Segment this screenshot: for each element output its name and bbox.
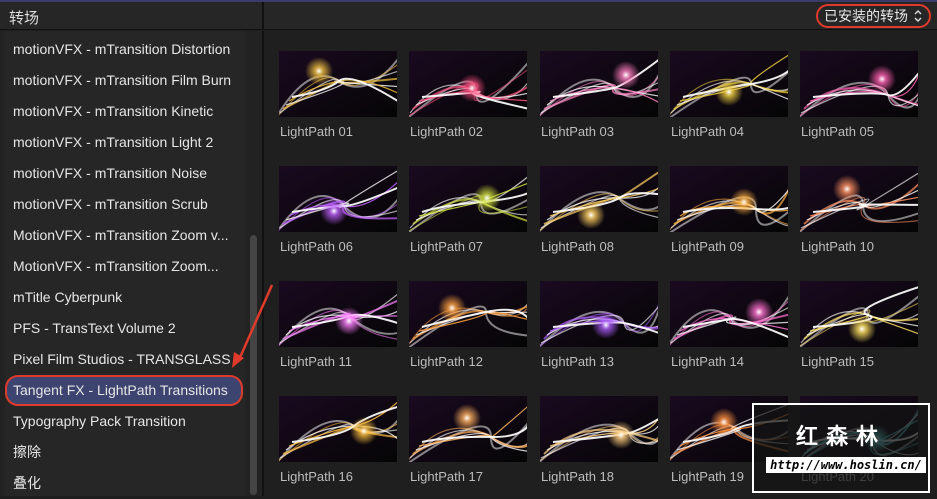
sidebar-item[interactable]: 擦除	[5, 437, 243, 468]
lightpath-thumbnail	[279, 51, 397, 117]
lightpath-thumbnail	[670, 166, 788, 232]
transition-thumbnail-cell[interactable]: LightPath 14	[670, 281, 788, 369]
transition-label: LightPath 08	[541, 239, 615, 254]
transition-thumbnail-cell[interactable]: LightPath 12	[409, 281, 527, 369]
lightpath-thumbnail	[670, 51, 788, 117]
lightpath-thumbnail	[540, 281, 658, 347]
sidebar-item[interactable]: Pixel Film Studios - TRANSGLASS	[5, 344, 243, 375]
sidebar-item[interactable]: motionVFX - mTransition Noise	[5, 158, 243, 189]
lightpath-thumbnail	[409, 396, 527, 462]
transition-label: LightPath 18	[541, 469, 615, 484]
lightpath-thumbnail	[800, 281, 918, 347]
watermark-logo: 红森林	[795, 424, 886, 449]
sidebar-item[interactable]: MotionVFX - mTransition Zoom v...	[5, 220, 243, 251]
transition-label: LightPath 05	[801, 124, 875, 139]
chevron-updown-icon	[914, 10, 922, 22]
transition-thumbnail-cell[interactable]: LightPath 17	[409, 396, 527, 484]
lightpath-thumbnail	[409, 166, 527, 232]
sidebar-item[interactable]: MotionVFX - mTransition Zoom...	[5, 251, 243, 282]
transition-label: LightPath 03	[541, 124, 615, 139]
lightpath-thumbnail	[670, 281, 788, 347]
sidebar-scrollbar[interactable]	[250, 235, 257, 495]
dropdown-label: 已安装的转场	[824, 8, 908, 24]
transition-thumbnail-cell[interactable]: LightPath 18	[540, 396, 658, 484]
transition-label: LightPath 14	[671, 354, 745, 369]
lightpath-thumbnail	[540, 51, 658, 117]
lightpath-thumbnail	[540, 396, 658, 462]
transition-thumbnail-cell[interactable]: LightPath 16	[279, 396, 397, 484]
transition-thumbnail-cell[interactable]: LightPath 08	[540, 166, 658, 254]
sidebar-item[interactable]: motionVFX - mTransition Scrub	[5, 189, 243, 220]
transition-label: LightPath 01	[280, 124, 354, 139]
watermark: 红森林 http://www.hoslin.cn/	[752, 403, 930, 493]
sidebar-item-selected[interactable]: Tangent FX - LightPath Transitions	[5, 375, 243, 406]
transition-thumbnail-cell[interactable]: LightPath 01	[279, 51, 397, 139]
transition-label: LightPath 09	[671, 239, 745, 254]
transition-thumbnail-cell[interactable]: LightPath 07	[409, 166, 527, 254]
transition-label: LightPath 06	[280, 239, 354, 254]
sidebar-item[interactable]: motionVFX - mTransition Film Burn	[5, 65, 243, 96]
category-sidebar: motionVFX - mTransition Distortion motion…	[0, 31, 262, 496]
transition-label: LightPath 13	[541, 354, 615, 369]
transition-thumbnail-cell[interactable]: LightPath 02	[409, 51, 527, 139]
transition-label: LightPath 16	[280, 469, 354, 484]
transition-label: LightPath 12	[410, 354, 484, 369]
lightpath-thumbnail	[409, 51, 527, 117]
sidebar-item[interactable]: Typography Pack Transition	[5, 406, 243, 437]
transition-label: LightPath 04	[671, 124, 745, 139]
transition-label: LightPath 10	[801, 239, 875, 254]
lightpath-thumbnail	[540, 166, 658, 232]
transition-thumbnail-cell[interactable]: LightPath 13	[540, 281, 658, 369]
browser-header: 转场 已安装的转场	[0, 2, 937, 30]
lightpath-thumbnail	[279, 281, 397, 347]
sidebar-item[interactable]: 叠化	[5, 468, 243, 499]
transition-thumbnail-cell[interactable]: LightPath 11	[279, 281, 397, 369]
transition-thumbnail-cell[interactable]: LightPath 04	[670, 51, 788, 139]
transition-thumbnail-cell[interactable]: LightPath 03	[540, 51, 658, 139]
transition-thumbnail-cell[interactable]: LightPath 06	[279, 166, 397, 254]
lightpath-thumbnail	[279, 166, 397, 232]
transition-thumbnail-cell[interactable]: LightPath 09	[670, 166, 788, 254]
installed-transitions-dropdown[interactable]: 已安装的转场	[816, 4, 931, 28]
lightpath-thumbnail	[800, 51, 918, 117]
transition-label: LightPath 11	[280, 354, 353, 369]
lightpath-thumbnail	[800, 166, 918, 232]
lightpath-thumbnail	[409, 281, 527, 347]
sidebar-item[interactable]: PFS - TransText Volume 2	[5, 313, 243, 344]
header-divider	[262, 2, 264, 30]
panel-title: 转场	[9, 10, 40, 27]
sidebar-item[interactable]: motionVFX - mTransition Light 2	[5, 127, 243, 158]
transition-label: LightPath 17	[410, 469, 484, 484]
transition-thumbnail-cell[interactable]: LightPath 10	[800, 166, 918, 254]
lightpath-thumbnail	[279, 396, 397, 462]
transition-label: LightPath 15	[801, 354, 875, 369]
sidebar-item[interactable]: mTitle Cyberpunk	[5, 282, 243, 313]
transition-thumbnail-cell[interactable]: LightPath 15	[800, 281, 918, 369]
watermark-url: http://www.hoslin.cn/	[766, 457, 926, 473]
transition-label: LightPath 07	[410, 239, 484, 254]
transition-thumbnail-cell[interactable]: LightPath 05	[800, 51, 918, 139]
transition-label: LightPath 02	[410, 124, 484, 139]
sidebar-item[interactable]: motionVFX - mTransition Kinetic	[5, 96, 243, 127]
sidebar-item[interactable]: motionVFX - mTransition Distortion	[5, 34, 243, 65]
